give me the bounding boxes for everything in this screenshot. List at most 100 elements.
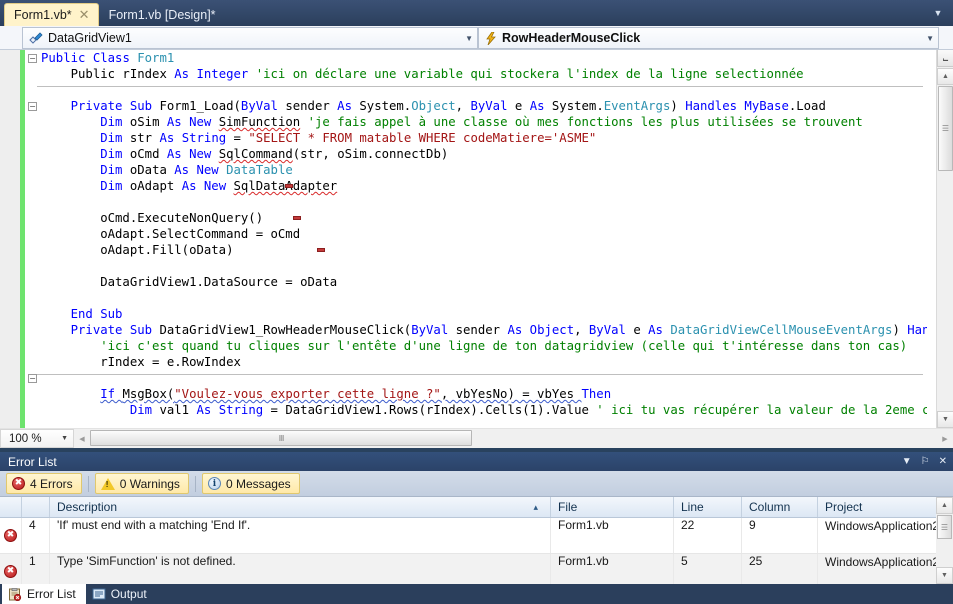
chevron-down-icon[interactable]: ▼	[465, 28, 473, 48]
hscroll-thumb[interactable]: ‖‖	[90, 430, 472, 446]
event-lightning-icon	[485, 31, 497, 45]
code-line[interactable]: Private Sub Form1_Load(ByVal sender As S…	[41, 98, 927, 114]
code-token: New	[203, 179, 234, 193]
class-dropdown[interactable]: DataGridView1 ▼	[22, 27, 478, 49]
code-line[interactable]: Dim oCmd As New SqlCommand(str, oSim.con…	[41, 146, 927, 162]
code-line[interactable]: Dim oData As New DataTable	[41, 162, 927, 178]
code-line[interactable]	[41, 370, 927, 386]
editor-split-button[interactable]: ⨽	[937, 50, 953, 67]
code-line[interactable]: 'ici c'est quand tu cliques sur l'entête…	[41, 338, 927, 354]
code-token: DataGridView1.DataSource = oData	[41, 275, 338, 289]
hscroll-track[interactable]: ‖‖	[90, 430, 937, 447]
editor-horizontal-scrollbar[interactable]: ◀ ‖‖ ▶	[74, 429, 953, 448]
chevron-down-icon[interactable]: ▼	[61, 435, 68, 442]
code-line[interactable]: Private Sub DataGridView1_RowHeaderMouse…	[41, 322, 927, 338]
member-dropdown[interactable]: RowHeaderMouseClick ▼	[478, 27, 939, 49]
errors-filter-button[interactable]: ✖ 4 Errors	[6, 473, 82, 494]
editor-indicator-margin[interactable]	[0, 50, 20, 428]
code-editor[interactable]: Public Class Form1 Public rIndex As Inte…	[0, 50, 953, 428]
error-list-grid[interactable]: Description ▴ File Line Column Project ✖…	[0, 497, 953, 590]
dock-tab-label: Error List	[27, 587, 76, 601]
editor-vertical-scrollbar[interactable]: ⨽ ▲ ☰ ▼	[936, 50, 953, 428]
tab-form1-vb-design[interactable]: Form1.vb [Design]*	[100, 4, 224, 26]
error-list-scroll-thumb[interactable]: ☰	[937, 515, 952, 539]
column-header-description[interactable]: Description ▴	[50, 497, 551, 517]
code-text-area[interactable]: Public Class Form1 Public rIndex As Inte…	[41, 50, 927, 428]
scroll-up-button[interactable]: ▲	[937, 68, 953, 85]
code-line[interactable]: oAdapt.SelectCommand = oCmd	[41, 226, 927, 242]
scroll-down-button[interactable]: ▼	[937, 411, 953, 428]
code-token: String	[218, 403, 271, 417]
row-column: 9	[742, 518, 818, 553]
code-token: As	[166, 115, 190, 129]
code-token: End	[70, 307, 101, 321]
code-token: Private	[70, 323, 130, 337]
code-line[interactable]	[41, 194, 927, 210]
dock-tab-error-list[interactable]: Error List	[2, 584, 86, 604]
column-header-line[interactable]: Line	[674, 497, 742, 517]
code-token: New	[189, 147, 219, 161]
code-line[interactable]: Dim val1 As String = DataGridView1.Rows(…	[41, 402, 927, 418]
chevron-down-icon[interactable]: ▼	[902, 456, 912, 467]
code-line[interactable]: rIndex = e.RowIndex	[41, 354, 927, 370]
column-header-column[interactable]: Column	[742, 497, 818, 517]
zoom-level-dropdown[interactable]: 100 % ▼	[0, 429, 74, 448]
code-line[interactable]	[41, 290, 927, 306]
code-token: ,	[574, 323, 589, 337]
error-list-icon	[8, 587, 22, 601]
chevron-down-icon[interactable]: ▼	[931, 6, 945, 20]
outline-collapse-sub-click[interactable]: −	[28, 374, 37, 383]
pin-icon[interactable]: ⚐	[921, 456, 930, 467]
scroll-right-button[interactable]: ▶	[937, 430, 953, 447]
code-token: oAdapt.SelectCommand = oCmd	[41, 227, 301, 241]
smart-tag-marker[interactable]	[317, 248, 325, 252]
column-header-icon[interactable]	[0, 497, 22, 517]
tab-form1-vb[interactable]: Form1.vb* ✕	[4, 3, 99, 26]
smart-tag-marker[interactable]	[285, 184, 293, 188]
smart-tag-marker[interactable]	[293, 216, 301, 220]
code-token: String	[181, 131, 234, 145]
code-line[interactable]: Public Class Form1	[41, 50, 927, 66]
table-row[interactable]: ✖ 4 'If' must end with a matching 'End I…	[0, 518, 953, 554]
chevron-down-icon[interactable]: ▼	[926, 28, 934, 48]
code-token: DataTable	[226, 163, 293, 177]
error-list-scrollbar[interactable]: ▲ ☰ ▼	[936, 497, 953, 584]
column-header-count[interactable]	[22, 497, 50, 517]
code-line[interactable]: If MsgBox("Voulez-vous exporter cette li…	[41, 386, 927, 402]
dock-tab-output[interactable]: Output	[86, 584, 157, 604]
code-line[interactable]: End Sub	[41, 306, 927, 322]
code-line[interactable]: Public rIndex As Integer 'ici on déclare…	[41, 66, 927, 82]
warnings-filter-button[interactable]: 0 Warnings	[94, 473, 189, 494]
close-icon[interactable]: ✕	[939, 456, 947, 467]
code-line[interactable]: Dim oAdapt As New SqlDataAdapter	[41, 178, 927, 194]
messages-filter-button[interactable]: i 0 Messages	[201, 473, 300, 494]
code-line[interactable]: Dim oSim As New SimFunction 'je fais app…	[41, 114, 927, 130]
code-line[interactable]: Dim str As String = "SELECT * FROM matab…	[41, 130, 927, 146]
outline-collapse-sub-load[interactable]: −	[28, 102, 37, 111]
code-line[interactable]	[41, 258, 927, 274]
code-line[interactable]: oCmd.ExecuteNonQuery()	[41, 210, 927, 226]
code-line[interactable]	[41, 82, 927, 98]
code-token: oAdapt	[129, 179, 182, 193]
tab-label: Form1.vb*	[14, 8, 72, 22]
code-navigation-bar: DataGridView1 ▼ RowHeaderMouseClick ▼	[0, 26, 953, 50]
row-project: WindowsApplication24	[818, 518, 953, 553]
code-token: As	[507, 323, 530, 337]
scroll-down-button[interactable]: ▼	[936, 567, 953, 584]
editor-scroll-thumb[interactable]: ☰	[938, 86, 953, 171]
column-header-file[interactable]: File	[551, 497, 674, 517]
close-icon[interactable]: ✕	[79, 9, 90, 22]
scroll-up-button[interactable]: ▲	[936, 497, 953, 514]
code-line[interactable]: oAdapt.Fill(oData)	[41, 242, 927, 258]
scroll-left-button[interactable]: ◀	[74, 430, 90, 447]
code-token: str	[129, 131, 160, 145]
column-header-project[interactable]: Project	[818, 497, 953, 517]
code-token: Dim	[129, 403, 160, 417]
code-token: Form1_Load(	[159, 99, 241, 113]
code-token: e	[633, 323, 649, 337]
outline-collapse-class[interactable]: −	[28, 54, 37, 63]
code-line[interactable]: DataGridView1.DataSource = oData	[41, 274, 927, 290]
